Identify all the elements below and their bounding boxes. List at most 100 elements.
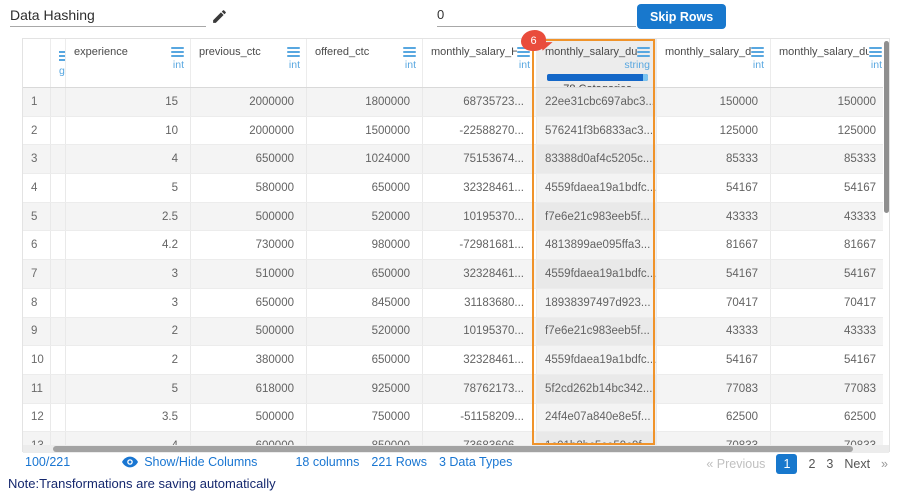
dataset-name-input[interactable]: Data Hashing (10, 5, 206, 27)
previous-page-button[interactable]: « Previous (706, 457, 765, 471)
cell-monthly_salary_du_2: 125000 (657, 117, 771, 145)
top-bar: Data Hashing 0 Skip Rows (0, 0, 900, 36)
cell-monthly_salary_Ha: -51158209... (423, 404, 537, 432)
cell-monthly_salary_du_2: 54167 (657, 174, 771, 202)
cell-offered_ctc: 750000 (307, 404, 423, 432)
cell-previous_ctc: 580000 (191, 174, 307, 202)
cell-previous_ctc: 650000 (191, 145, 307, 173)
cell-offered_ctc: 845000 (307, 289, 423, 317)
cell-experience: 3 (66, 260, 191, 288)
cell-monthly_salary_du_hash: 4559fdaea19a1bdfc... (537, 174, 657, 202)
categories-distribution-bar (547, 74, 648, 81)
cell-monthly_salary_du_3: 150000 (771, 88, 889, 116)
partial-column-cell (51, 289, 66, 317)
row-number-cell: 1 (23, 88, 51, 116)
column-header-monthly_salary_Ha[interactable]: monthly_salary_Ha...int (423, 39, 537, 87)
cell-monthly_salary_du_2: 54167 (657, 346, 771, 374)
column-header-monthly_salary_du_3[interactable]: monthly_salary_du...int (771, 39, 889, 87)
cell-monthly_salary_Ha: -22588270... (423, 117, 537, 145)
cell-offered_ctc: 1800000 (307, 88, 423, 116)
cell-offered_ctc: 650000 (307, 260, 423, 288)
cell-monthly_salary_du_2: 43333 (657, 318, 771, 346)
page-button-3[interactable]: 3 (826, 457, 833, 471)
cell-monthly_salary_du_2: 54167 (657, 260, 771, 288)
cell-monthly_salary_du_hash: 18938397497d923... (537, 289, 657, 317)
column-menu-icon[interactable] (637, 44, 650, 57)
cell-monthly_salary_du_hash: 1c01b2bc5ce59c9f... (537, 432, 657, 445)
edit-pencil-icon[interactable] (211, 8, 228, 25)
cell-experience: 2.5 (66, 203, 191, 231)
column-menu-icon[interactable] (59, 48, 66, 61)
cell-offered_ctc: 925000 (307, 375, 423, 403)
cell-offered_ctc: 520000 (307, 318, 423, 346)
column-menu-icon[interactable] (171, 44, 184, 57)
next-page-arrow[interactable]: » (881, 457, 888, 471)
cell-previous_ctc: 2000000 (191, 88, 307, 116)
table-header-row: gexperienceintprevious_ctcintoffered_ctc… (23, 39, 889, 88)
cell-monthly_salary_du_3: 54167 (771, 346, 889, 374)
data-table: gexperienceintprevious_ctcintoffered_ctc… (22, 38, 890, 452)
column-header-partial[interactable]: g (51, 39, 66, 87)
column-header-monthly_salary_du_hash[interactable]: monthly_salary_du...string78 Catagories (537, 39, 657, 87)
cell-monthly_salary_du_2: 77083 (657, 375, 771, 403)
cell-experience: 4 (66, 145, 191, 173)
cell-offered_ctc: 980000 (307, 231, 423, 259)
column-title: monthly_salary_du... (779, 44, 869, 58)
cell-offered_ctc: 650000 (307, 174, 423, 202)
table-row: 64.2730000980000-72981681...4813899ae095… (23, 231, 889, 260)
cell-monthly_salary_du_2: 43333 (657, 203, 771, 231)
horizontal-scrollbar-thumb[interactable] (53, 446, 853, 452)
cell-monthly_salary_du_hash: 22ee31cbc697abc3... (537, 88, 657, 116)
cell-monthly_salary_du_2: 70833 (657, 432, 771, 445)
partial-column-cell (51, 174, 66, 202)
column-header-monthly_salary_du_2[interactable]: monthly_salary_du...int (657, 39, 771, 87)
cell-offered_ctc: 1500000 (307, 117, 423, 145)
cell-monthly_salary_Ha: 32328461... (423, 346, 537, 374)
column-header-offered_ctc[interactable]: offered_ctcint (307, 39, 423, 87)
horizontal-scrollbar[interactable] (23, 445, 889, 453)
table-footer: 100/221 Show/Hide Columns 18 columns 221… (25, 455, 512, 469)
vertical-scrollbar-thumb[interactable] (884, 41, 889, 213)
skip-rows-input[interactable]: 0 (437, 5, 636, 27)
cell-monthly_salary_du_hash: 4559fdaea19a1bdfc... (537, 260, 657, 288)
cell-monthly_salary_du_hash: 4559fdaea19a1bdfc... (537, 346, 657, 374)
cell-experience: 4 (66, 432, 191, 445)
cell-monthly_salary_du_hash: 4813899ae095ffa3... (537, 231, 657, 259)
partial-column-cell (51, 404, 66, 432)
cell-monthly_salary_du_hash: 83388d0af4c5205c... (537, 145, 657, 173)
column-type-label: int (315, 59, 416, 71)
cell-monthly_salary_du_2: 85333 (657, 145, 771, 173)
column-menu-icon[interactable] (751, 44, 764, 57)
partial-column-cell (51, 231, 66, 259)
next-page-button[interactable]: Next (844, 457, 870, 471)
column-menu-icon[interactable] (403, 44, 416, 57)
page-button-2[interactable]: 2 (808, 457, 815, 471)
partial-column-cell (51, 318, 66, 346)
row-number-cell: 13 (23, 432, 51, 445)
cell-monthly_salary_du_2: 81667 (657, 231, 771, 259)
row-number-cell: 6 (23, 231, 51, 259)
cell-monthly_salary_du_3: 43333 (771, 203, 889, 231)
cell-offered_ctc: 1024000 (307, 145, 423, 173)
table-row: 9250000052000010195370...f7e6e21c983eeb5… (23, 318, 889, 347)
row-number-cell: 7 (23, 260, 51, 288)
column-title: monthly_salary_du... (545, 44, 637, 58)
table-row: 34650000102400075153674...83388d0af4c520… (23, 145, 889, 174)
column-menu-icon[interactable] (287, 44, 300, 57)
cell-previous_ctc: 2000000 (191, 117, 307, 145)
cell-previous_ctc: 650000 (191, 289, 307, 317)
column-title: monthly_salary_du... (665, 44, 751, 58)
partial-column-cell (51, 145, 66, 173)
column-header-experience[interactable]: experienceint (66, 39, 191, 87)
column-type-label: int (779, 59, 882, 71)
datatypes-count-stat: 3 Data Types (439, 455, 512, 469)
column-menu-icon[interactable] (869, 44, 882, 57)
column-header-previous_ctc[interactable]: previous_ctcint (191, 39, 307, 87)
column-title: offered_ctc (315, 44, 369, 58)
show-hide-columns-button[interactable]: Show/Hide Columns (122, 455, 257, 469)
transform-count-badge: 6 (521, 30, 546, 51)
skip-rows-button[interactable]: Skip Rows (637, 4, 726, 29)
cell-offered_ctc: 850000 (307, 432, 423, 445)
vertical-scrollbar[interactable] (883, 39, 889, 445)
page-button-1[interactable]: 1 (776, 454, 797, 474)
